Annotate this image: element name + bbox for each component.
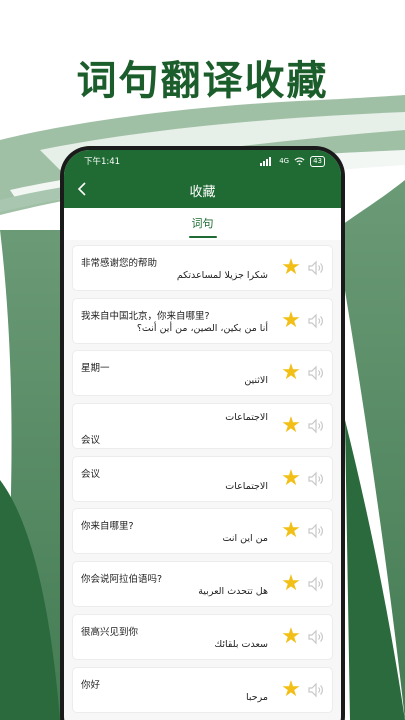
back-arrow-icon[interactable] (74, 179, 90, 199)
arabic-text: مرحبا (246, 691, 268, 703)
star-icon[interactable]: ★ (280, 415, 302, 437)
speaker-icon[interactable] (306, 259, 324, 277)
favorite-item[interactable]: 你来自哪里? من اين انت ★ (72, 508, 333, 555)
signal-icon (260, 156, 272, 166)
star-icon[interactable]: ★ (280, 362, 302, 384)
status-bar: 下午1:41 4G 43 (64, 150, 341, 172)
page-headline: 词句翻译收藏 (76, 58, 329, 104)
star-icon[interactable]: ★ (280, 467, 302, 490)
speaker-icon[interactable] (306, 575, 324, 593)
arabic-text: أنا من بكين، الصين، من أين أنت؟ (136, 322, 268, 334)
speaker-icon[interactable] (306, 470, 324, 488)
arabic-text: الاثنين (244, 375, 268, 387)
star-icon[interactable]: ★ (280, 573, 302, 595)
speaker-icon[interactable] (306, 681, 324, 699)
arabic-text: الاجتماعات (225, 480, 268, 492)
speaker-icon[interactable] (306, 522, 324, 540)
chinese-text: 你来自哪里? (81, 521, 134, 533)
speaker-icon[interactable] (306, 417, 324, 435)
app-bar: 下午1:41 4G 43 收藏 (64, 150, 341, 208)
chinese-text: 会议 (81, 468, 101, 480)
tab-label: 词句 (191, 217, 214, 230)
favorite-item[interactable]: 我来自中国北京，你来自哪里? أنا من بكين، الصين، من أي… (72, 297, 333, 344)
speaker-icon[interactable] (306, 628, 324, 646)
chinese-text: 很高兴见到你 (81, 626, 139, 638)
arabic-text: شكرا جزيلا لمساعدتكم (176, 270, 268, 281)
phone-frame: 下午1:41 4G 43 收藏 词句 非常感谢您的帮助 شكرا جزيلا ل… (60, 146, 345, 720)
favorite-item[interactable]: 非常感谢您的帮助 شكرا جزيلا لمساعدتكم ★ (72, 245, 333, 291)
tab-bar: 词句 (64, 208, 341, 240)
arabic-text: من اين انت (222, 533, 269, 545)
star-icon[interactable]: ★ (280, 520, 302, 542)
chinese-text: 我来自中国北京，你来自哪里? (81, 310, 210, 322)
favorite-item[interactable]: 会议 الاجتماعات ★ (72, 403, 333, 450)
star-icon[interactable]: ★ (280, 257, 302, 279)
favorite-item[interactable]: 星期一 الاثنين ★ (72, 350, 333, 397)
speaker-icon[interactable] (306, 312, 324, 330)
status-icons: 4G 43 (260, 155, 325, 167)
phone-screen: 下午1:41 4G 43 收藏 词句 非常感谢您的帮助 شكرا جزيلا ل… (64, 150, 341, 720)
status-time: 下午1:41 (84, 157, 121, 167)
favorite-item[interactable]: 你会说阿拉伯语吗? هل تتحدث العربية ★ (72, 561, 333, 608)
battery-icon: 43 (310, 155, 325, 167)
tab-phrases[interactable]: 词句 (188, 215, 217, 238)
chinese-text: 你会说阿拉伯语吗? (81, 574, 163, 586)
tab-active-indicator (188, 236, 217, 238)
wifi-icon (294, 156, 305, 165)
favorite-item[interactable]: 会议 الاجتماعات ★ (72, 455, 333, 502)
chinese-text: 星期一 (81, 363, 110, 375)
speaker-icon[interactable] (306, 364, 324, 382)
favorites-list: 非常感谢您的帮助 شكرا جزيلا لمساعدتكم ★ 我来自中国北京，… (64, 240, 341, 713)
chinese-text: 非常感谢您的帮助 (81, 258, 158, 269)
page-title: 收藏 (189, 184, 216, 200)
arabic-text: هل تتحدث العربية (198, 586, 268, 598)
star-icon[interactable]: ★ (280, 625, 302, 648)
favorite-item[interactable]: 你好 مرحبا ★ (72, 666, 333, 713)
favorite-item[interactable]: 很高兴见到你 سعدت بلقائك ★ (72, 613, 333, 660)
star-icon[interactable]: ★ (280, 309, 302, 332)
star-icon[interactable]: ★ (280, 678, 302, 701)
network-type: 4G (279, 157, 290, 165)
title-bar: 收藏 (64, 172, 341, 208)
chinese-text: 会议 (81, 435, 101, 447)
arabic-text: الاجتماعات (225, 412, 268, 424)
arabic-text: سعدت بلقائك (214, 638, 268, 650)
chinese-text: 你好 (81, 679, 101, 691)
